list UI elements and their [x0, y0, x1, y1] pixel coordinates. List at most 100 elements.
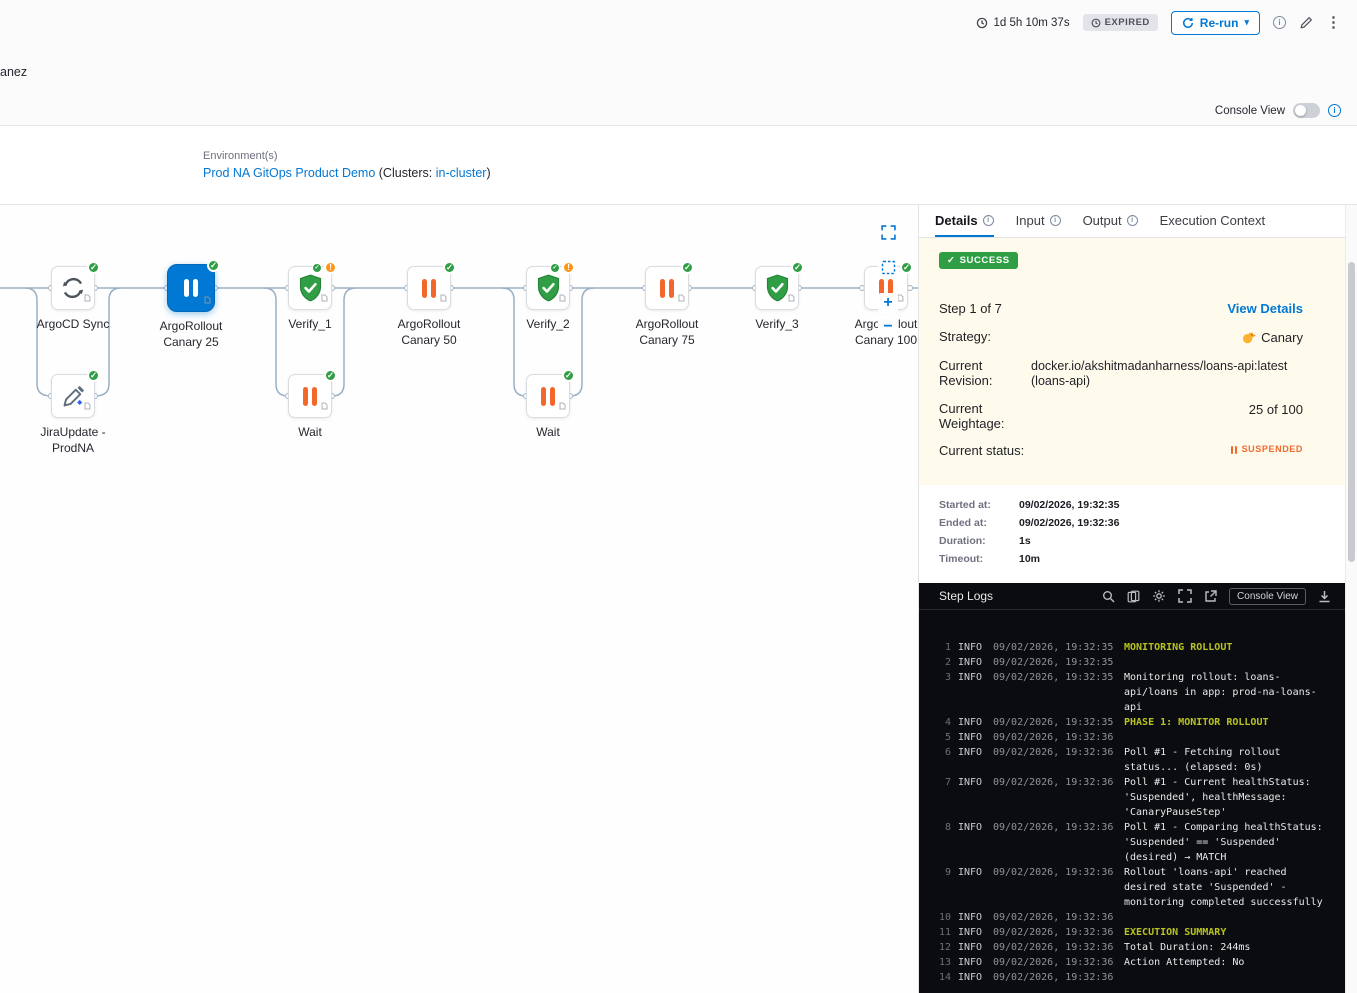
step-mini-icon: [204, 291, 211, 309]
detail-fields: Strategy:CanaryCurrent Revision:docker.i…: [939, 330, 1303, 459]
scrollbar-thumb[interactable]: [1348, 262, 1355, 562]
log-level: INFO: [958, 955, 986, 970]
canvas-fullscreen-icon[interactable]: [878, 222, 898, 242]
tab-details[interactable]: Detailsi: [935, 205, 994, 237]
node-label-verify-3: Verify_3: [722, 317, 832, 333]
log-timestamp: 09/02/2026, 19:32:36: [993, 910, 1117, 925]
field-label: Strategy:: [939, 330, 1031, 345]
field-value: SUSPENDED: [1242, 444, 1303, 455]
refresh-icon: [1182, 17, 1194, 29]
log-level: INFO: [958, 820, 986, 835]
log-body[interactable]: 1INFO09/02/2026, 19:32:35MONITORING ROLL…: [919, 610, 1345, 993]
pipeline-node-argorollout-canary-75[interactable]: ✓: [645, 266, 689, 310]
timing-row: Timeout:10m: [939, 553, 1325, 565]
cluster-link[interactable]: in-cluster: [436, 166, 487, 180]
log-line: 11INFO09/02/2026, 19:32:36EXECUTION SUMM…: [937, 925, 1333, 940]
log-message: Total Duration: 244ms: [1124, 940, 1333, 955]
view-details-link[interactable]: View Details: [1227, 301, 1303, 316]
tab-info-icon: i: [1127, 215, 1138, 226]
tab-info-icon: i: [1050, 215, 1061, 226]
log-level: INFO: [958, 745, 986, 760]
log-message: Action Attempted: No: [1124, 955, 1333, 970]
console-view-toggle[interactable]: [1293, 103, 1320, 118]
step-mini-icon: [84, 397, 91, 415]
tab-label: Input: [1016, 213, 1045, 228]
log-timestamp: 09/02/2026, 19:32:35: [993, 670, 1117, 685]
step-mini-icon: [788, 289, 795, 307]
log-level: INFO: [958, 670, 986, 685]
pipeline-node-wait-1[interactable]: ✓: [288, 374, 332, 418]
pipeline-node-argorollout-canary-25[interactable]: ✓: [167, 264, 215, 312]
log-fullscreen-icon[interactable]: [1178, 589, 1192, 603]
node-label-wait-2: Wait: [493, 425, 603, 441]
header-actions: 1d 5h 10m 37s EXPIRED Re-run ▾ i ⋮: [976, 0, 1341, 45]
environment-link[interactable]: Prod NA GitOps Product Demo: [203, 166, 375, 180]
clusters-suffix: ): [486, 166, 490, 180]
verify-shield-icon: [297, 274, 324, 303]
log-line-number: 13: [937, 955, 951, 970]
edit-pencil-icon[interactable]: [1299, 16, 1313, 30]
pipeline-node-verify-3[interactable]: ✓: [755, 266, 799, 310]
wait-icon: [541, 387, 555, 406]
log-timestamp: 09/02/2026, 19:32:36: [993, 925, 1117, 940]
timing-value: 1s: [1019, 535, 1325, 547]
log-timestamp: 09/02/2026, 19:32:36: [993, 775, 1117, 790]
tab-execution-context[interactable]: Execution Context: [1160, 205, 1266, 237]
mini-success-check-badge: ✓: [550, 263, 560, 273]
detail-field: Current status:SUSPENDED: [939, 444, 1303, 459]
rerun-info-icon[interactable]: i: [1273, 16, 1286, 29]
zoom-in-icon[interactable]: +: [878, 293, 898, 313]
canary-icon: [1242, 331, 1256, 344]
rollout-pause-bars-icon: [184, 279, 198, 297]
pipeline-node-verify-2[interactable]: !✓: [526, 266, 570, 310]
log-message: Poll #1 - Fetching rollout status... (el…: [1124, 745, 1333, 775]
rerun-button[interactable]: Re-run ▾: [1171, 11, 1260, 35]
pipeline-node-verify-1[interactable]: !✓: [288, 266, 332, 310]
success-check-badge: ✓: [207, 259, 220, 272]
pipeline-node-wait-2[interactable]: ✓: [526, 374, 570, 418]
log-settings-gear-icon[interactable]: [1152, 589, 1166, 603]
log-line: 8INFO09/02/2026, 19:32:36Poll #1 - Compa…: [937, 820, 1333, 865]
log-line: 3INFO09/02/2026, 19:32:35Monitoring roll…: [937, 670, 1333, 715]
log-timestamp: 09/02/2026, 19:32:36: [993, 955, 1117, 970]
log-search-icon[interactable]: [1102, 590, 1115, 603]
log-timestamp: 09/02/2026, 19:32:36: [993, 970, 1117, 985]
step-mini-icon: [559, 289, 566, 307]
tab-input[interactable]: Inputi: [1016, 205, 1061, 237]
node-label-jiraupdate-prodna: JiraUpdate -ProdNA: [18, 425, 128, 456]
step-summary-section: ✓ SUCCESS Step 1 of 7 View Details Strat…: [919, 238, 1345, 485]
node-label-verify-1: Verify_1: [255, 317, 365, 333]
log-timestamp: 09/02/2026, 19:32:36: [993, 865, 1117, 880]
log-line-number: 6: [937, 745, 951, 760]
console-view-info-icon[interactable]: i: [1328, 104, 1341, 117]
timing-value: 09/02/2026, 19:32:35: [1019, 499, 1325, 511]
log-level: INFO: [958, 940, 986, 955]
pipeline-node-argocd-sync[interactable]: ✓: [51, 266, 95, 310]
node-label-argorollout-canary-75: ArgoRolloutCanary 75: [612, 317, 722, 348]
kebab-menu-icon[interactable]: ⋮: [1326, 15, 1341, 30]
canvas-selection-icon[interactable]: [878, 257, 898, 277]
log-timestamp: 09/02/2026, 19:32:35: [993, 640, 1117, 655]
step-mini-icon: [84, 289, 91, 307]
log-download-icon[interactable]: [1318, 590, 1331, 603]
zoom-out-icon[interactable]: −: [878, 317, 898, 337]
tab-output[interactable]: Outputi: [1083, 205, 1138, 237]
log-line-number: 3: [937, 670, 951, 685]
page-scrollbar[interactable]: [1345, 205, 1357, 993]
log-line-number: 10: [937, 910, 951, 925]
timing-row: Started at:09/02/2026, 19:32:35: [939, 499, 1325, 511]
log-open-external-icon[interactable]: [1204, 590, 1217, 603]
pipeline-node-jiraupdate-prodna[interactable]: ✓: [51, 374, 95, 418]
log-line-number: 8: [937, 820, 951, 835]
log-console-view-button[interactable]: Console View: [1229, 588, 1306, 605]
timing-row: Duration:1s: [939, 535, 1325, 547]
verify-shield-icon: [535, 274, 562, 303]
pipeline-canvas[interactable]: ✓ArgoCD Sync✓ArgoRolloutCanary 25!✓Verif…: [0, 205, 918, 993]
rollout-pause-bars-icon: [660, 279, 674, 298]
pipeline-node-argorollout-canary-50[interactable]: ✓: [407, 266, 451, 310]
breadcrumb[interactable]: anez: [0, 65, 27, 79]
log-copy-icon[interactable]: [1127, 590, 1140, 603]
timing-label: Duration:: [939, 535, 1019, 547]
step-mini-icon: [559, 397, 566, 415]
log-line-number: 1: [937, 640, 951, 655]
